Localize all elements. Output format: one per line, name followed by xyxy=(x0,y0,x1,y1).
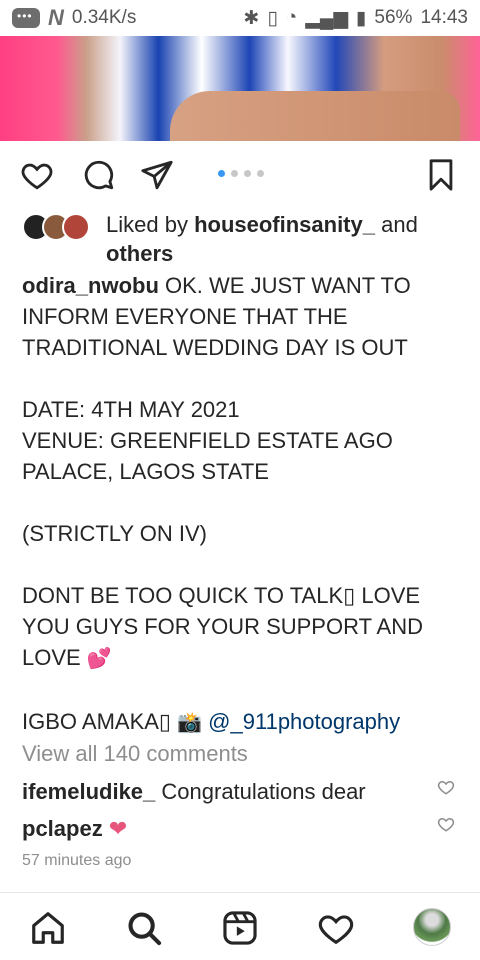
network-speed: 0.34K/s xyxy=(71,7,137,28)
comment-row: ifemeludike_ Congratulations dear xyxy=(22,779,432,805)
signal-icon: ▂▄▆ xyxy=(305,7,348,29)
carousel-dot xyxy=(257,170,264,177)
comment-like-heart-icon[interactable] xyxy=(436,815,456,833)
caption-igbo: IGBO AMAKA▯ xyxy=(22,709,178,734)
post-caption: odira_nwobu OK. WE JUST WANT TO INFORM E… xyxy=(22,270,462,739)
carousel-dot-active xyxy=(218,170,225,177)
vibrate-icon: ▯ xyxy=(267,7,278,29)
carousel-dot xyxy=(231,170,238,177)
bottom-navigation xyxy=(0,893,480,960)
caption-date: DATE: 4TH MAY 2021 xyxy=(22,397,240,422)
liker-username[interactable]: houseofinsanity_ xyxy=(194,212,375,237)
camera-flash-emoji: 📸 xyxy=(177,712,203,734)
carousel-dot xyxy=(244,170,251,177)
post-timestamp: 57 minutes ago xyxy=(22,852,132,869)
post-actions xyxy=(0,150,480,200)
photo-detail xyxy=(170,91,460,141)
message-notification-icon xyxy=(12,8,40,28)
comment-row: pclapez ❤ xyxy=(22,816,432,842)
likes-others[interactable]: others xyxy=(106,241,173,266)
clock: 14:43 xyxy=(420,7,468,28)
profile-avatar[interactable] xyxy=(413,908,451,946)
caption-username[interactable]: odira_nwobu xyxy=(22,273,159,298)
save-bookmark-icon[interactable] xyxy=(424,158,458,192)
comment-username[interactable]: ifemeludike_ xyxy=(22,779,155,804)
battery-icon: ▮ xyxy=(355,7,367,29)
liker-avatars xyxy=(22,213,90,241)
photographer-mention-link[interactable]: @_911photography xyxy=(202,709,400,734)
search-icon[interactable] xyxy=(125,909,163,947)
avatar xyxy=(62,213,90,241)
bluetooth-icon: ✱ xyxy=(243,7,260,29)
comment-icon[interactable] xyxy=(82,158,116,192)
likes-summary[interactable]: Liked by houseofinsanity_ and others xyxy=(22,210,462,268)
comment-username[interactable]: pclapez xyxy=(22,816,103,841)
post-photo[interactable] xyxy=(0,36,480,141)
reels-icon[interactable] xyxy=(221,909,259,947)
home-icon[interactable] xyxy=(29,909,67,947)
status-bar: N 0.34K/s ✱ ▯ ◔ ▂▄▆ ▮ 56% 14:43 xyxy=(0,0,480,36)
likes-prefix: Liked by xyxy=(106,212,195,237)
caption-thanks: DONT BE TOO QUICK TO TALK▯ LOVE YOU GUYS… xyxy=(22,583,423,670)
comment-like-heart-icon[interactable] xyxy=(436,778,456,796)
carousel-indicator xyxy=(218,170,264,177)
two-hearts-emoji: 💕 xyxy=(86,648,112,670)
caption-venue: VENUE: GREENFIELD ESTATE AGO PALACE, LAG… xyxy=(22,428,393,484)
wifi-icon: ◔ xyxy=(285,7,298,28)
comment-text: Congratulations dear xyxy=(155,779,366,804)
caption-strict: (STRICTLY ON IV) xyxy=(22,521,207,546)
n-app-icon: N xyxy=(48,5,64,30)
likes-and: and xyxy=(374,212,418,237)
heart-emoji: ❤ xyxy=(102,816,128,841)
battery-percent: 56% xyxy=(374,7,413,28)
like-heart-icon[interactable] xyxy=(20,158,54,192)
activity-heart-icon[interactable] xyxy=(317,909,355,947)
view-all-comments-link[interactable]: View all 140 comments xyxy=(22,741,248,767)
share-icon[interactable] xyxy=(140,158,174,192)
